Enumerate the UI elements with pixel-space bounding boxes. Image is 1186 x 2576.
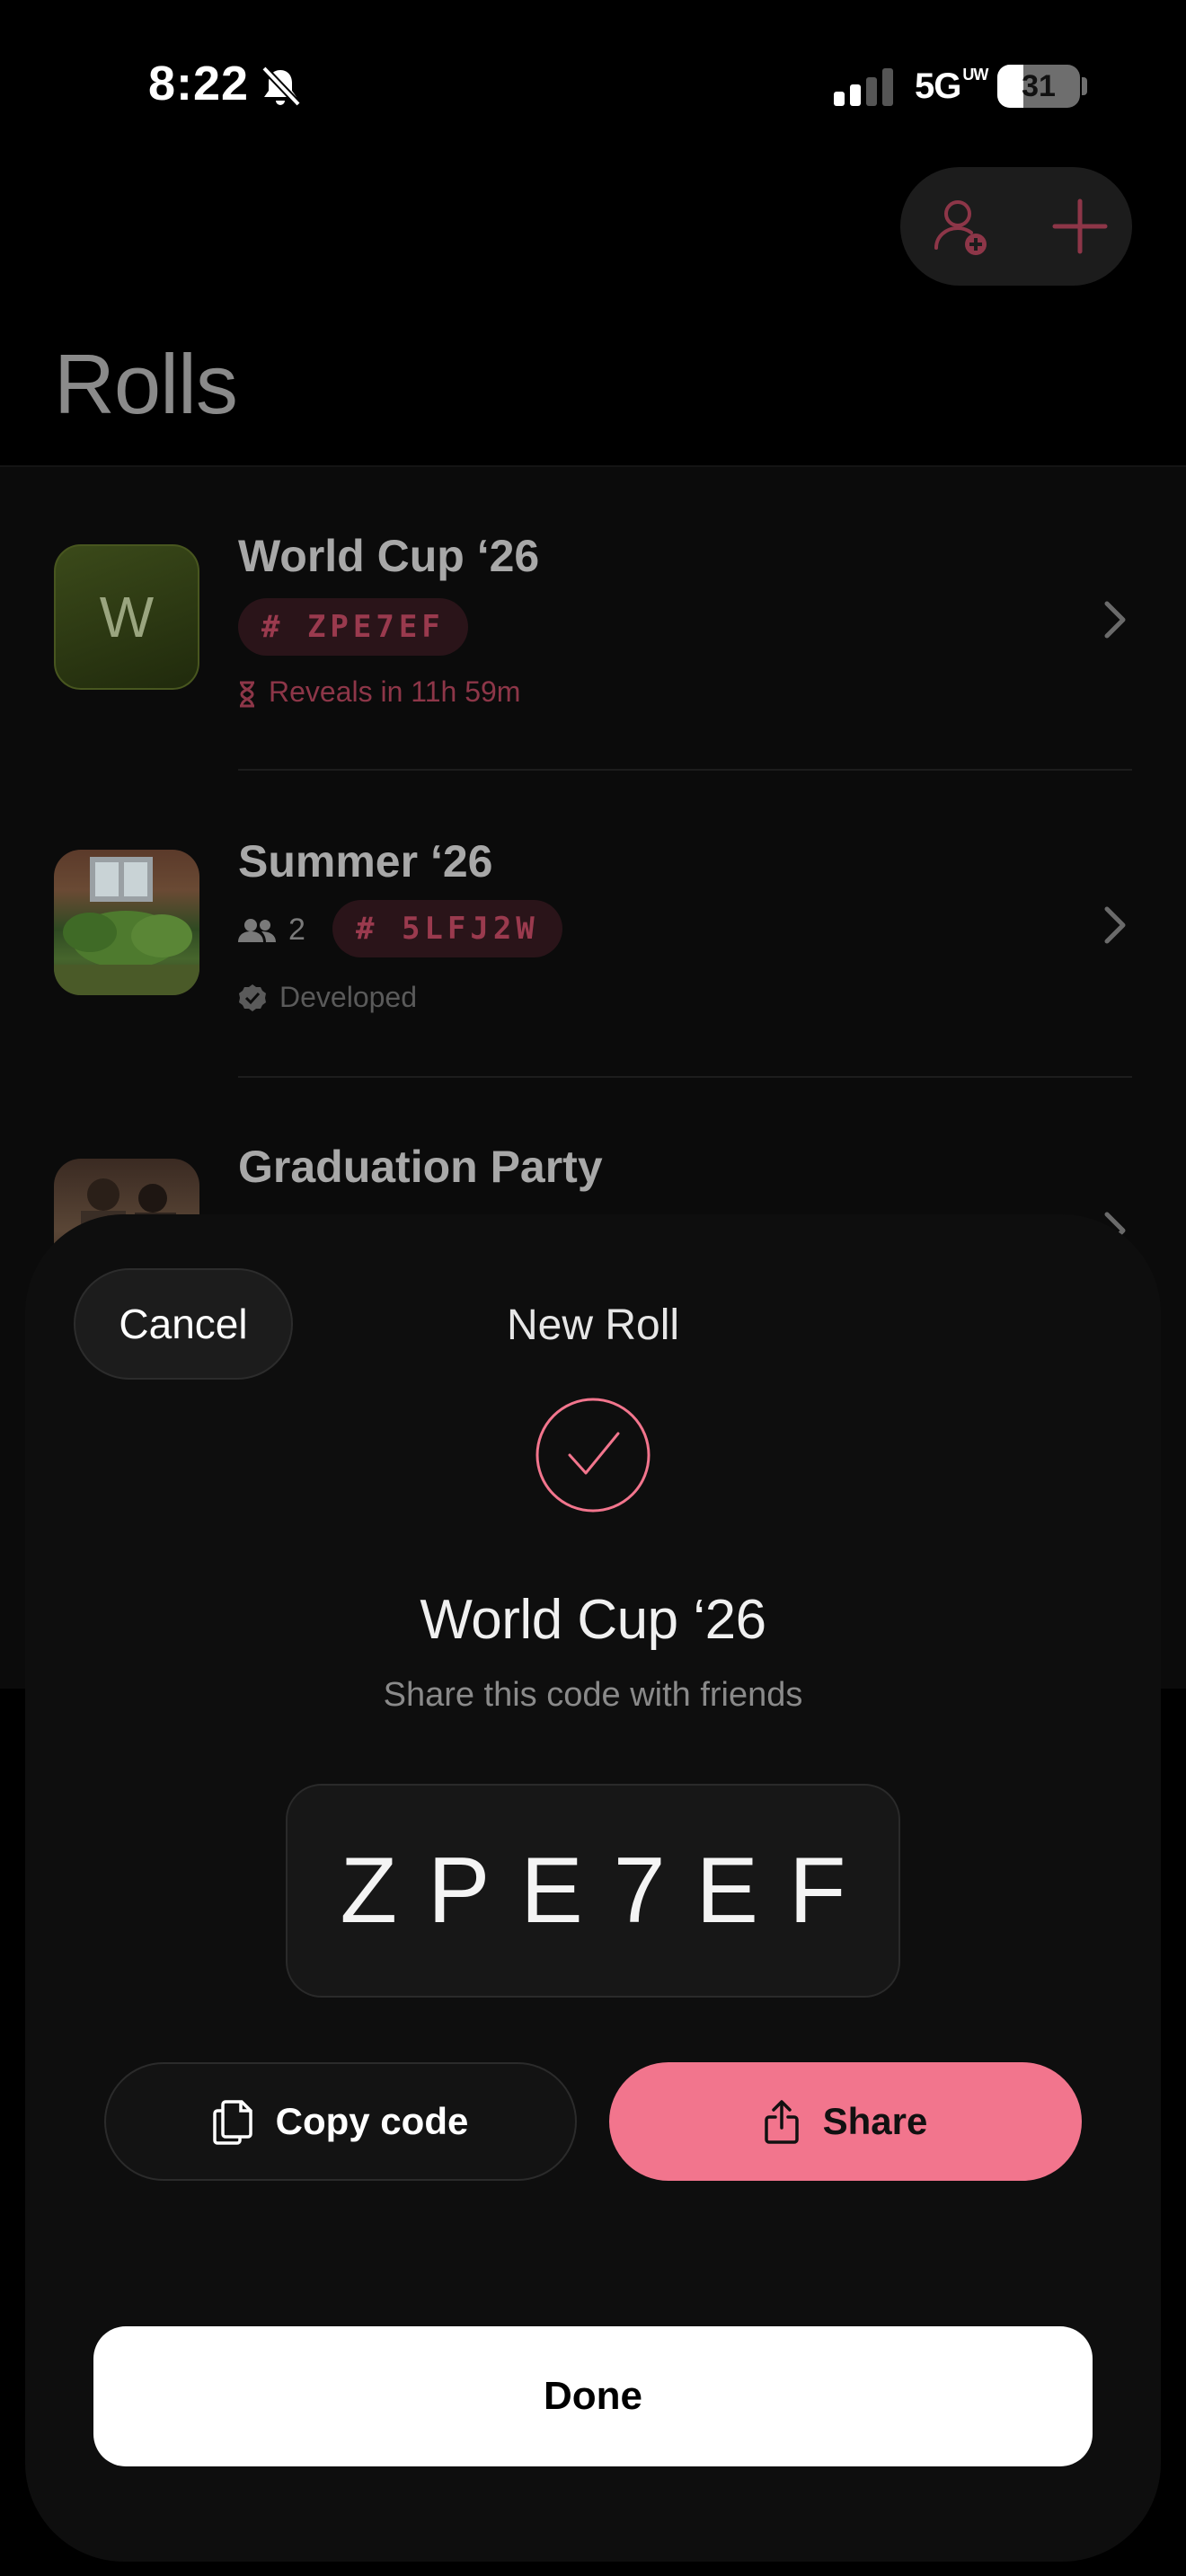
roll-thumbnail: W [54, 544, 199, 690]
hourglass-icon [238, 675, 256, 709]
developed-status: Developed [238, 981, 417, 1014]
status-time: 8:22 [148, 57, 250, 110]
signal-icon [834, 68, 897, 106]
chevron-right-icon [1102, 600, 1128, 640]
roll-code-box[interactable]: ZPE7EF [286, 1784, 900, 1998]
roll-thumbnail-photo [54, 850, 199, 995]
row-divider [238, 769, 1132, 771]
roll-title: Graduation Party [238, 1142, 603, 1192]
member-count-value: 2 [288, 913, 305, 947]
roll-title: World Cup ‘26 [238, 531, 540, 581]
verified-check-icon [238, 984, 267, 1012]
add-person-button[interactable] [920, 185, 1003, 268]
battery-indicator: 31 [997, 65, 1080, 108]
roll-name: World Cup ‘26 [420, 1589, 766, 1651]
sheet-title: New Roll [506, 1301, 680, 1349]
plus-icon [1039, 185, 1121, 268]
people-icon [238, 917, 276, 944]
status-bar: 8:22 5G UW 31 [0, 0, 1186, 171]
share-hint: Share this code with friends [383, 1676, 803, 1714]
reveal-text: Reveals in 11h 59m [269, 675, 521, 708]
page-title: Rolls [54, 337, 238, 431]
roll-row-world-cup[interactable]: W World Cup ‘26 # ZPE7EF Reveals in 11h … [0, 467, 1186, 772]
share-button[interactable]: Share [609, 2062, 1082, 2181]
share-icon [764, 2099, 800, 2144]
thumbnail-letter: W [99, 585, 155, 649]
copy-code-label: Copy code [275, 2100, 469, 2142]
roll-title: Summer ‘26 [238, 836, 493, 887]
copy-code-button[interactable]: Copy code [104, 2062, 577, 2181]
network-label: 5G UW [915, 66, 988, 106]
roll-code-chip[interactable]: # ZPE7EF [238, 598, 468, 656]
reveal-status: Reveals in 11h 59m [238, 675, 520, 709]
share-label: Share [822, 2100, 928, 2142]
roll-code: ZPE7EF [340, 1838, 877, 1943]
done-button[interactable]: Done [93, 2326, 1093, 2466]
battery-level: 31 [1022, 69, 1056, 103]
add-person-icon [920, 185, 1003, 268]
roll-code-chip[interactable]: # 5LFJ2W [332, 900, 562, 957]
battery-cap [1082, 77, 1087, 95]
roll-row-summer[interactable]: Summer ‘26 2 # 5LFJ2W Developed [0, 772, 1186, 1078]
bell-slash-icon [257, 63, 304, 110]
add-roll-button[interactable] [1039, 185, 1121, 268]
developed-text: Developed [279, 981, 417, 1013]
copy-icon [212, 2098, 252, 2145]
checkmark-circle-icon [534, 1396, 652, 1514]
member-count: 2 [238, 913, 305, 948]
chevron-right-icon [1102, 905, 1128, 945]
